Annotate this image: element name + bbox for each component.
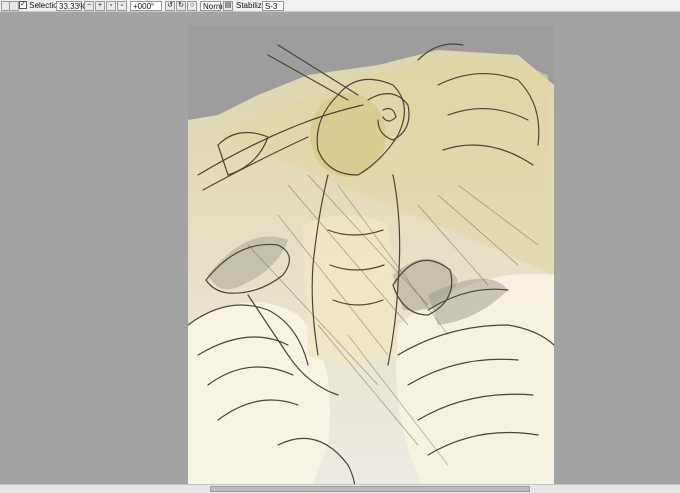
rotate-left-icon[interactable]: ↺ <box>165 1 175 11</box>
zoom-in-button[interactable]: + <box>95 1 105 11</box>
blend-mode-select[interactable]: Normal <box>200 1 229 11</box>
toolbar-left-button-2[interactable] <box>9 1 19 11</box>
horizontal-scrollbar[interactable] <box>0 484 680 493</box>
rotate-reset-icon[interactable]: ○ <box>187 1 197 11</box>
scrollbar-thumb[interactable] <box>210 486 530 492</box>
rotate-right-icon[interactable]: ↻ <box>176 1 186 11</box>
zoom-out-button[interactable]: − <box>84 1 94 11</box>
flip-icon[interactable]: ▤ <box>223 1 233 11</box>
canvas-area[interactable] <box>0 12 680 493</box>
zoom-field[interactable]: 33.33% <box>56 1 86 11</box>
toolbar: ✓ Selection 33.33% − + ▫ ▫ +000° ↺ ↻ ○ N… <box>0 0 680 12</box>
sketch-artwork[interactable] <box>188 25 554 493</box>
stabilizer-select[interactable]: S-3 <box>262 1 284 11</box>
zoom-reset-button[interactable]: ▫ <box>117 1 127 11</box>
checkbox-checked-icon[interactable]: ✓ <box>19 1 27 9</box>
zoom-fit-button[interactable]: ▫ <box>106 1 116 11</box>
rotation-field[interactable]: +000° <box>130 1 162 11</box>
